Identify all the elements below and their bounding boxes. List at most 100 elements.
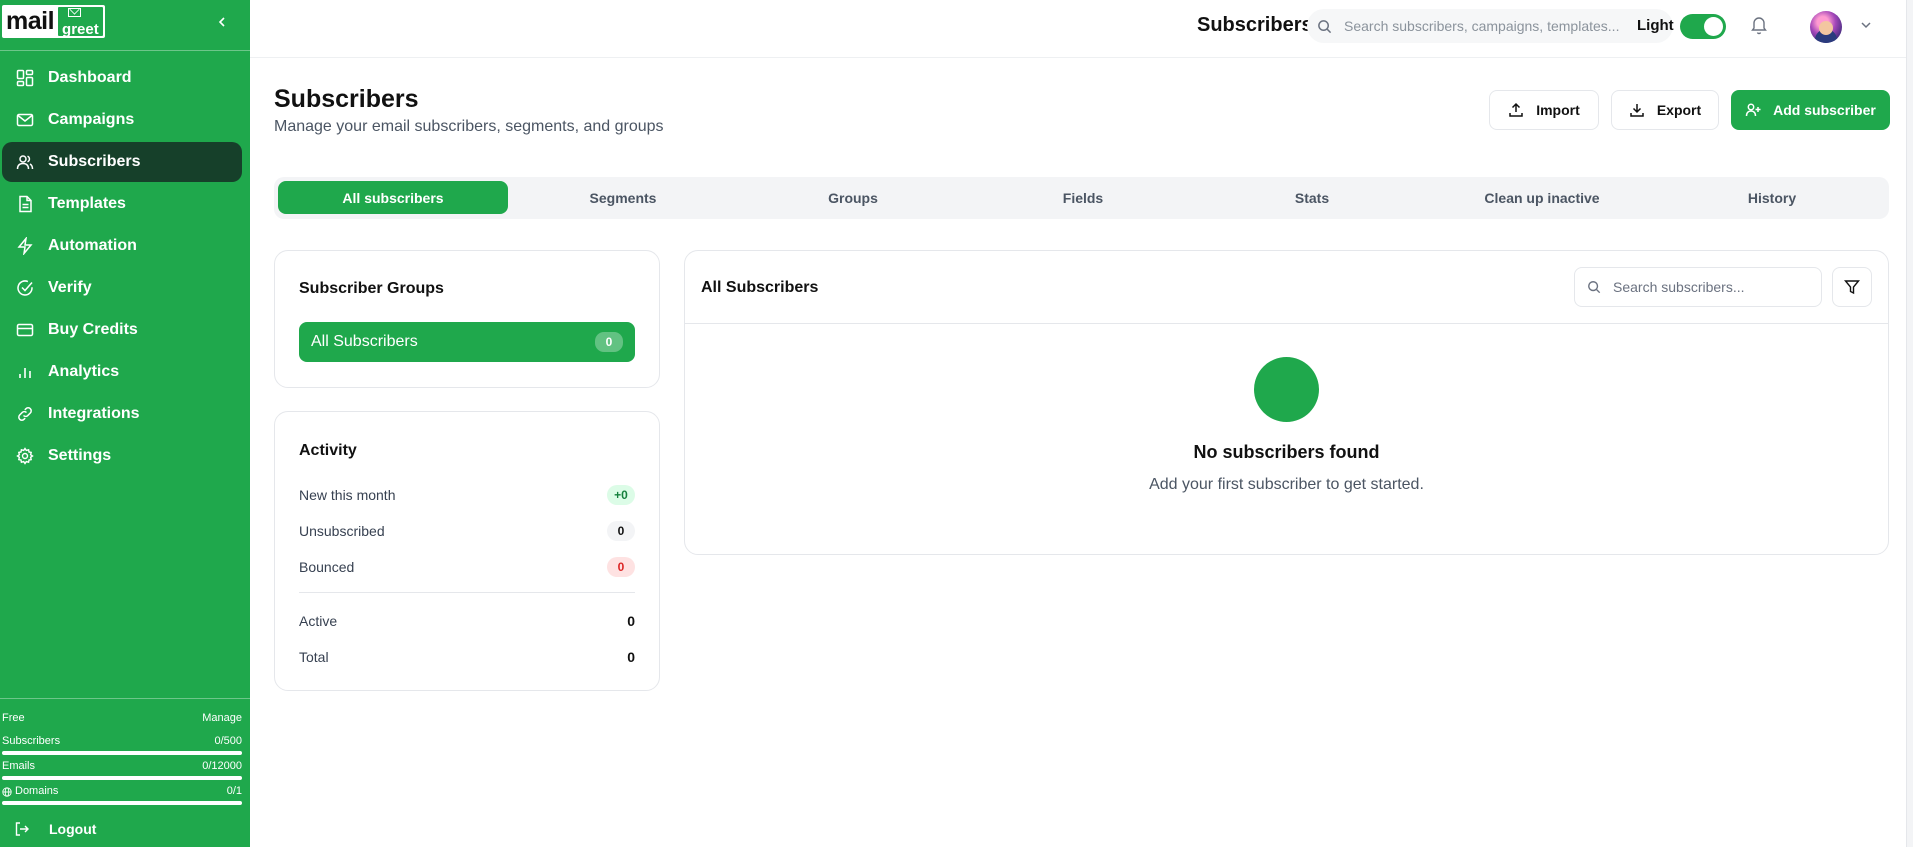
activity-label: Active: [299, 613, 338, 629]
sidebar-item-label: Analytics: [48, 363, 120, 380]
globe-icon: [2, 786, 12, 797]
filter-button[interactable]: [1832, 267, 1872, 307]
add-subscriber-button[interactable]: Add subscriber: [1731, 90, 1890, 130]
activity-label: New this month: [299, 487, 396, 503]
activity-title: Activity: [299, 442, 357, 459]
account-menu-button[interactable]: [1859, 18, 1873, 32]
empty-state-illustration: [1254, 357, 1319, 422]
tab-clean-up-inactive[interactable]: Clean up inactive: [1427, 181, 1657, 214]
subscriber-groups-card: Subscriber Groups All Subscribers 0: [274, 250, 660, 388]
tab-history[interactable]: History: [1657, 181, 1887, 214]
bolt-icon: [15, 236, 35, 256]
activity-row-bounced: Bounced 0: [299, 557, 635, 577]
empty-state-title: No subscribers found: [1193, 442, 1380, 462]
tab-fields[interactable]: Fields: [968, 181, 1198, 214]
bar-chart-icon: [15, 362, 35, 382]
emails-usage-value: 0/12000: [202, 760, 242, 772]
sidebar-item-label: Settings: [48, 447, 112, 464]
sidebar-item-label: Integrations: [48, 405, 140, 422]
tab-groups[interactable]: Groups: [738, 181, 968, 214]
tab-segments[interactable]: Segments: [508, 181, 738, 214]
sidebar-item-subscribers[interactable]: Subscribers: [2, 142, 242, 182]
sidebar: mail greet Dashboard Campaigns Subscribe…: [0, 0, 250, 847]
sidebar-item-label: Templates: [48, 195, 126, 212]
activity-row-unsubscribed: Unsubscribed 0: [299, 521, 635, 541]
activity-label: Total: [299, 649, 329, 665]
file-icon: [15, 194, 35, 214]
domains-usage-value: 0/1: [226, 785, 242, 797]
bell-icon: [1751, 17, 1767, 35]
upload-icon: [1508, 102, 1524, 118]
sidebar-item-automation[interactable]: Automation: [2, 226, 242, 266]
sidebar-item-buy-credits[interactable]: Buy Credits: [2, 310, 242, 350]
theme-toggle[interactable]: [1680, 14, 1726, 39]
subscribers-usage-value: 0/500: [214, 735, 242, 747]
status-badge: +0: [607, 485, 635, 505]
page-scrollbar[interactable]: [1906, 0, 1913, 847]
export-button[interactable]: Export: [1611, 90, 1719, 130]
toggle-knob: [1704, 17, 1723, 36]
tab-stats[interactable]: Stats: [1197, 181, 1427, 214]
chevron-left-icon: [218, 17, 225, 27]
sidebar-item-campaigns[interactable]: Campaigns: [2, 100, 242, 140]
group-item-all-subscribers[interactable]: All Subscribers 0: [299, 322, 635, 362]
sidebar-item-label: Verify: [48, 279, 92, 296]
sidebar-item-analytics[interactable]: Analytics: [2, 352, 242, 392]
domains-usage-label: Domains: [15, 785, 59, 797]
import-label: Import: [1536, 102, 1580, 118]
group-label: All Subscribers: [311, 333, 418, 350]
activity-row-total: Total 0: [299, 649, 635, 665]
subscriber-search[interactable]: [1574, 267, 1822, 307]
avatar[interactable]: [1810, 11, 1842, 43]
status-badge: 0: [607, 557, 635, 577]
mail-icon: [15, 110, 35, 130]
export-label: Export: [1656, 102, 1702, 118]
import-button[interactable]: Import: [1489, 90, 1599, 130]
global-search-input[interactable]: [1344, 18, 1644, 34]
sidebar-item-templates[interactable]: Templates: [2, 184, 242, 224]
domains-usage-bar: [2, 801, 242, 805]
sidebar-item-label: Subscribers: [48, 153, 141, 170]
chevron-down-icon: [1861, 22, 1871, 29]
download-icon: [1629, 102, 1645, 118]
activity-row-new: New this month +0: [299, 485, 635, 505]
logout-button[interactable]: Logout: [2, 816, 96, 842]
sidebar-item-label: Dashboard: [48, 69, 132, 86]
emails-usage-label: Emails: [2, 760, 36, 772]
envelope-icon: [68, 8, 82, 17]
global-search[interactable]: [1307, 9, 1673, 43]
logout-label: Logout: [49, 821, 97, 837]
sidebar-item-settings[interactable]: Settings: [2, 436, 242, 476]
link-icon: [15, 404, 35, 424]
brand-logo[interactable]: mail greet: [2, 5, 105, 38]
logout-icon: [14, 820, 32, 838]
list-header: All Subscribers: [685, 251, 1888, 324]
filter-icon: [1844, 280, 1860, 295]
activity-divider: [299, 592, 635, 593]
plan-name: Free: [2, 712, 25, 724]
list-title: All Subscribers: [701, 279, 819, 296]
notifications-button[interactable]: [1750, 15, 1770, 37]
sidebar-nav: Dashboard Campaigns Subscribers Template…: [0, 58, 250, 478]
check-circle-icon: [15, 278, 35, 298]
search-icon: [1318, 19, 1332, 33]
activity-label: Bounced: [299, 559, 355, 575]
sidebar-item-integrations[interactable]: Integrations: [2, 394, 242, 434]
sidebar-item-label: Buy Credits: [48, 321, 138, 338]
status-badge: 0: [607, 521, 635, 541]
subscriber-search-input[interactable]: [1613, 279, 1803, 295]
group-count-badge: 0: [595, 332, 623, 352]
topbar: Subscribers Light: [250, 0, 1913, 58]
empty-state-subtitle: Add your first subscriber to get started…: [1149, 476, 1424, 493]
sidebar-item-verify[interactable]: Verify: [2, 268, 242, 308]
activity-label: Unsubscribed: [299, 523, 385, 539]
collapse-sidebar-button[interactable]: [212, 12, 232, 32]
sidebar-item-label: Campaigns: [48, 111, 135, 128]
grid-icon: [15, 68, 35, 88]
tab-all-subscribers[interactable]: All subscribers: [278, 181, 508, 214]
subscribers-usage-bar: [2, 751, 242, 755]
manage-plan-link[interactable]: Manage: [202, 712, 242, 725]
sidebar-item-dashboard[interactable]: Dashboard: [2, 58, 242, 98]
users-icon: [15, 152, 35, 172]
add-subscriber-label: Add subscriber: [1773, 102, 1876, 118]
